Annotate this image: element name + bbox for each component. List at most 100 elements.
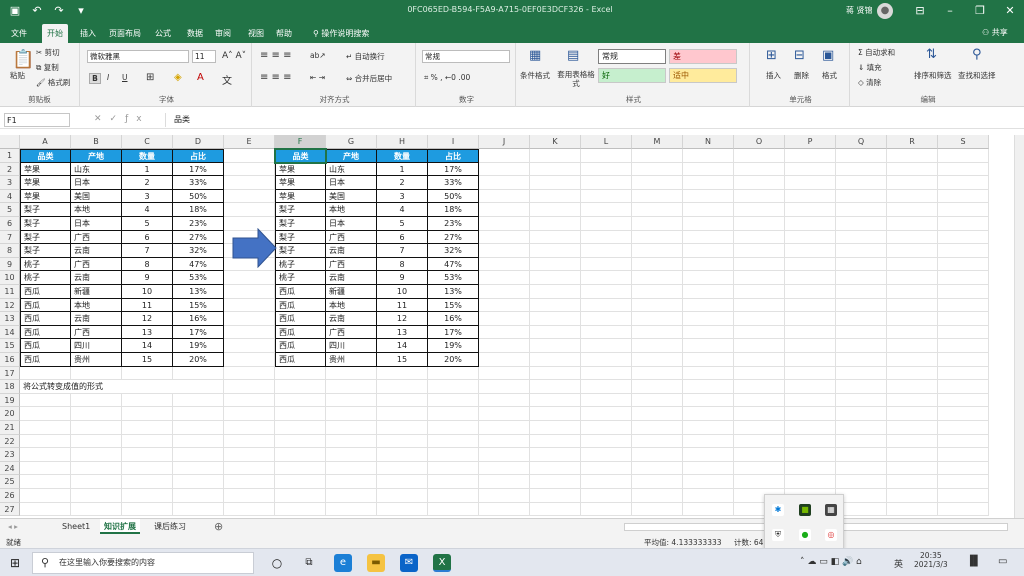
sheet-nav-icons[interactable]: ◂ ▸ <box>8 522 18 531</box>
column-header[interactable]: D <box>173 135 224 149</box>
source-table-cell[interactable]: 18% <box>173 203 224 217</box>
result-table-cell[interactable]: 梨子 <box>275 244 326 258</box>
grid-cell[interactable] <box>734 475 785 489</box>
grid-cell[interactable] <box>836 325 887 340</box>
result-table-cell[interactable]: 广西 <box>326 325 377 340</box>
grid-cell[interactable] <box>683 230 734 245</box>
result-table-cell[interactable]: 山东 <box>326 162 377 177</box>
grid-cell[interactable] <box>785 366 836 381</box>
source-table-cell[interactable]: 广西 <box>71 325 122 340</box>
result-table-cell[interactable]: 广西 <box>326 257 377 272</box>
result-table-cell[interactable]: 云南 <box>326 312 377 326</box>
share-button[interactable]: ⚇ 共享 <box>982 27 1008 38</box>
grid-cell[interactable] <box>938 353 989 367</box>
grid-cell[interactable] <box>275 393 326 408</box>
tab-0[interactable]: 文件 <box>6 24 32 43</box>
column-header[interactable]: P <box>785 135 836 149</box>
result-header-cell[interactable]: 占比 <box>428 149 479 163</box>
grid-cell[interactable] <box>887 271 938 285</box>
grid-cell[interactable] <box>938 244 989 258</box>
source-table-cell[interactable]: 云南 <box>71 312 122 326</box>
source-table-cell[interactable]: 苹果 <box>20 176 71 190</box>
horizontal-align-icons[interactable]: ≡ ≡ ≡ <box>260 72 292 83</box>
grid-cell[interactable] <box>71 407 122 421</box>
grid-cell[interactable] <box>734 325 785 340</box>
grid-cell[interactable] <box>71 393 122 408</box>
grid-cell[interactable] <box>530 448 581 462</box>
source-table-cell[interactable]: 9 <box>122 271 173 285</box>
grid-cell[interactable] <box>530 230 581 245</box>
grid-cell[interactable] <box>479 285 530 299</box>
grid-cell[interactable] <box>530 393 581 408</box>
grid-cell[interactable] <box>530 176 581 190</box>
result-table-cell[interactable]: 3 <box>377 189 428 204</box>
grid-cell[interactable] <box>530 149 581 163</box>
source-table-cell[interactable]: 苹果 <box>20 162 71 177</box>
result-table-cell[interactable]: 梨子 <box>275 217 326 231</box>
grid-cell[interactable] <box>683 380 734 394</box>
tab-4[interactable]: 公式 <box>150 24 176 43</box>
grid-cell[interactable] <box>836 285 887 299</box>
grid-cell[interactable] <box>428 461 479 476</box>
conditional-format-button[interactable]: 条件格式 <box>520 70 550 81</box>
grid-cell[interactable] <box>683 325 734 340</box>
grid-cell[interactable] <box>836 353 887 367</box>
grid-cell[interactable] <box>785 407 836 421</box>
column-header[interactable]: R <box>887 135 938 149</box>
grid-cell[interactable] <box>632 461 683 476</box>
grid-cell[interactable] <box>275 448 326 462</box>
grid-cell[interactable] <box>581 217 632 231</box>
name-box[interactable]: F1 <box>4 113 70 127</box>
grid-cell[interactable] <box>479 244 530 258</box>
row-header[interactable]: 2 <box>0 162 20 177</box>
result-table-cell[interactable]: 苹果 <box>275 162 326 177</box>
nvidia-icon[interactable]: ■ <box>799 504 811 516</box>
grid-cell[interactable] <box>734 461 785 476</box>
source-table-cell[interactable]: 2 <box>122 176 173 190</box>
sheet-tab-0[interactable]: Sheet1 <box>58 519 94 534</box>
grid-cell[interactable] <box>938 366 989 381</box>
grid-cell[interactable] <box>275 475 326 489</box>
grid-cell[interactable] <box>224 353 275 367</box>
app-tray-icon[interactable]: ▦ <box>825 504 837 516</box>
grid-cell[interactable] <box>785 353 836 367</box>
source-header-cell[interactable]: 数量 <box>122 149 173 163</box>
source-table-cell[interactable]: 西瓜 <box>20 325 71 340</box>
result-table-cell[interactable]: 17% <box>428 325 479 340</box>
source-table-cell[interactable]: 西瓜 <box>20 285 71 299</box>
grid-cell[interactable] <box>734 203 785 217</box>
grid-cell[interactable] <box>785 162 836 177</box>
row-header[interactable]: 7 <box>0 230 20 245</box>
grid-cell[interactable] <box>581 489 632 503</box>
result-table-cell[interactable]: 50% <box>428 189 479 204</box>
grid-cell[interactable] <box>683 189 734 204</box>
grid-cell[interactable] <box>836 407 887 421</box>
result-table-cell[interactable]: 13% <box>428 285 479 299</box>
grid-cell[interactable] <box>887 353 938 367</box>
grid-cell[interactable] <box>581 162 632 177</box>
grid-cell[interactable] <box>938 434 989 449</box>
grid-cell[interactable] <box>530 502 581 517</box>
grid-cell[interactable] <box>734 149 785 163</box>
paste-button[interactable]: 粘贴 <box>10 70 25 81</box>
grid-cell[interactable] <box>530 339 581 353</box>
column-header[interactable]: E <box>224 135 275 149</box>
format-as-table-button[interactable]: 套用表格格式 <box>556 70 596 88</box>
result-table-cell[interactable]: 西瓜 <box>275 285 326 299</box>
source-table-cell[interactable]: 12 <box>122 312 173 326</box>
column-header[interactable]: N <box>683 135 734 149</box>
source-header-cell[interactable]: 占比 <box>173 149 224 163</box>
source-table-cell[interactable]: 日本 <box>71 176 122 190</box>
source-table-cell[interactable]: 广西 <box>71 257 122 272</box>
fill-color-icon[interactable]: ◈ <box>174 72 182 83</box>
grid-cell[interactable] <box>530 203 581 217</box>
grid-cell[interactable] <box>224 461 275 476</box>
grid-cell[interactable] <box>632 421 683 435</box>
grid-cell[interactable] <box>938 162 989 177</box>
tab-2[interactable]: 插入 <box>75 24 101 43</box>
grid-cell[interactable] <box>122 393 173 408</box>
source-table-cell[interactable]: 本地 <box>71 298 122 313</box>
grid-cell[interactable] <box>836 461 887 476</box>
grid-cell[interactable] <box>530 475 581 489</box>
source-table-cell[interactable]: 32% <box>173 244 224 258</box>
